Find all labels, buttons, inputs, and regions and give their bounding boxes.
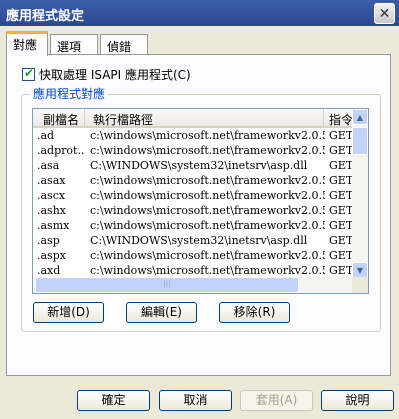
cell-extension: .axd xyxy=(37,264,61,277)
cell-path: C:\WINDOWS\system32\inetsrv\asp.dll xyxy=(90,159,308,172)
table-row[interactable]: .ascx c:\windows\microsoft.net\frameworkv… xyxy=(33,189,353,204)
scroll-down-button[interactable]: ▼ xyxy=(352,262,368,278)
cell-verbs: GET xyxy=(329,144,353,157)
list-header: 副檔名 執行檔路徑 指令 xyxy=(33,109,353,128)
cell-extension: .asp xyxy=(37,234,60,247)
cache-isapi-label: 快取處理 ISAPI 應用程式(C) xyxy=(39,67,191,82)
column-header-path[interactable]: 執行檔路徑 xyxy=(85,109,324,127)
tab-debugging-label: 偵錯 xyxy=(107,40,132,54)
cell-verbs: GET xyxy=(329,234,353,247)
cell-extension: .asax xyxy=(37,174,66,187)
cell-verbs: GET xyxy=(329,204,353,217)
tab-debugging[interactable]: 偵錯 xyxy=(100,34,148,55)
group-title: 應用程式對應 xyxy=(30,85,109,102)
up-arrow-icon: ▲ xyxy=(356,112,364,122)
cell-extension: .asa xyxy=(37,159,60,172)
cell-extension: .ad xyxy=(37,129,55,142)
cell-path: c:\windows\microsoft.net\frameworkv2.0.5… xyxy=(90,174,325,187)
scrollbar-corner xyxy=(352,277,368,293)
cell-path: c:\windows\microsoft.net\frameworkv2.0.5… xyxy=(90,129,325,142)
cell-path: c:\windows\microsoft.net\frameworkv2.0.5… xyxy=(90,144,325,157)
cell-path: C:\WINDOWS\system32\inetsrv\asp.dll xyxy=(90,234,308,247)
cell-extension: .asmx xyxy=(37,219,70,232)
cell-verbs: GET xyxy=(329,264,353,277)
table-row[interactable]: .asp C:\WINDOWS\system32\inetsrv\asp.dll G… xyxy=(33,234,353,249)
cell-path: c:\windows\microsoft.net\frameworkv2.0.5… xyxy=(90,249,325,262)
cell-verbs: GET xyxy=(329,249,353,262)
table-row[interactable]: .ashx c:\windows\microsoft.net\frameworkv… xyxy=(33,204,353,219)
cell-verbs: GET xyxy=(329,159,353,172)
table-row[interactable]: .asmx c:\windows\microsoft.net\frameworkv… xyxy=(33,219,353,234)
cell-path: c:\windows\microsoft.net\frameworkv2.0.5… xyxy=(90,264,325,277)
cell-verbs: GET xyxy=(329,189,353,202)
close-icon: ✕ xyxy=(378,5,391,22)
cell-verbs: GET xyxy=(329,129,353,142)
cache-isapi-checkbox[interactable]: ✔ xyxy=(22,65,35,81)
cache-isapi-option[interactable]: ✔ 快取處理 ISAPI 應用程式(C) xyxy=(22,66,191,82)
vertical-scroll-thumb[interactable] xyxy=(352,127,368,155)
mappings-list[interactable]: 副檔名 執行檔路徑 指令 .ad c:\windows\microsoft.net… xyxy=(32,108,369,294)
cell-extension: .ashx xyxy=(37,204,66,217)
apply-button: 套用(A) xyxy=(240,390,313,411)
table-row[interactable]: .asa C:\WINDOWS\system32\inetsrv\asp.dll G… xyxy=(33,159,353,174)
table-row[interactable]: .aspx c:\windows\microsoft.net\frameworkv… xyxy=(33,249,353,264)
close-button[interactable]: ✕ xyxy=(374,3,395,24)
ok-button[interactable]: 確定 xyxy=(77,390,150,411)
cancel-button[interactable]: 取消 xyxy=(159,390,232,411)
tab-options[interactable]: 選項 xyxy=(50,34,98,55)
tab-mappings-label: 對應 xyxy=(13,38,38,52)
cell-extension: .aspx xyxy=(37,249,66,262)
cell-path: c:\windows\microsoft.net\frameworkv2.0.5… xyxy=(90,189,325,202)
horizontal-scroll-thumb[interactable]: ||| xyxy=(35,277,299,293)
table-row[interactable]: .asax c:\windows\microsoft.net\frameworkv… xyxy=(33,174,353,189)
down-arrow-icon: ▼ xyxy=(356,265,364,275)
help-button[interactable]: 說明 xyxy=(321,390,394,411)
add-button[interactable]: 新增(D) xyxy=(33,302,104,323)
grip-icon: ||| xyxy=(163,280,171,288)
tab-mappings[interactable]: 對應 xyxy=(6,31,48,56)
window-title: 應用程式設定 xyxy=(6,9,85,24)
edit-button[interactable]: 編輯(E) xyxy=(126,302,197,323)
column-header-extension[interactable]: 副檔名 xyxy=(33,109,85,127)
cell-path: c:\windows\microsoft.net\frameworkv2.0.5… xyxy=(90,204,325,217)
checkmark-icon: ✔ xyxy=(24,65,35,80)
remove-button[interactable]: 移除(R) xyxy=(219,302,290,323)
cell-verbs: GET xyxy=(329,174,353,187)
cell-extension: .ascx xyxy=(37,189,66,202)
cell-extension: .adprot... xyxy=(37,144,85,157)
table-row[interactable]: .ad c:\windows\microsoft.net\frameworkv2.… xyxy=(33,129,353,144)
cell-verbs: GET xyxy=(329,219,353,232)
vertical-scrollbar[interactable]: ▲ ▼ xyxy=(352,109,368,278)
list-rows: .ad c:\windows\microsoft.net\frameworkv2.… xyxy=(33,129,353,293)
tab-options-label: 選項 xyxy=(57,40,82,54)
column-header-verbs[interactable]: 指令 xyxy=(324,109,353,127)
title-bar: 應用程式設定 ✕ xyxy=(0,0,399,26)
horizontal-scrollbar[interactable]: ||| xyxy=(33,277,353,293)
table-row[interactable]: .adprot... c:\windows\microsoft.net\frame… xyxy=(33,144,353,159)
cell-path: c:\windows\microsoft.net\frameworkv2.0.5… xyxy=(90,219,325,232)
scroll-up-button[interactable]: ▲ xyxy=(352,109,368,125)
